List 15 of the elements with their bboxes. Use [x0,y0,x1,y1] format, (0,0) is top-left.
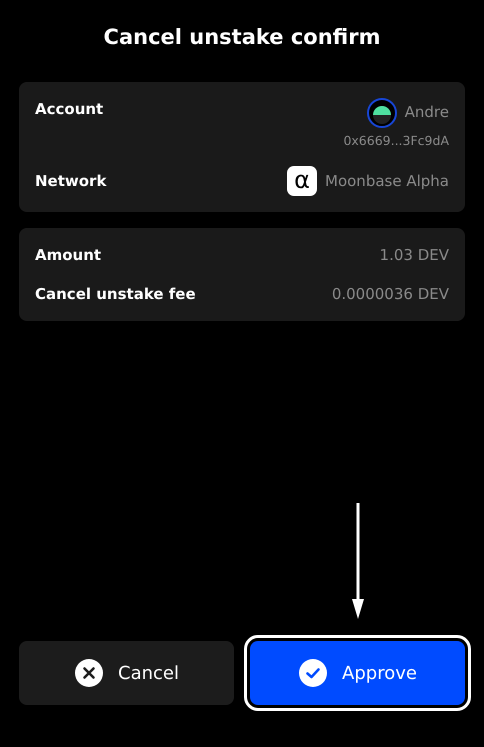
field-label: Cancel unstake fee [35,284,196,305]
field-label: Amount [35,245,102,266]
field-value: 0.0000036 DEV [332,284,449,305]
field-label: Network [35,171,106,192]
avatar-icon [366,98,397,128]
cancel-button[interactable]: Cancel [19,641,234,705]
account-name: Andre [404,102,449,124]
field-value: 1.03 DEV [380,245,449,266]
field-label: Account [35,98,104,120]
close-icon [74,658,104,688]
check-icon [298,658,328,688]
network-logo: α [287,166,318,196]
dialog-title: Cancel unstake confirm [102,24,382,51]
network-name: Moonbase Alpha [325,171,449,192]
account-address: 0x6669...3Fc9dA [343,132,449,150]
